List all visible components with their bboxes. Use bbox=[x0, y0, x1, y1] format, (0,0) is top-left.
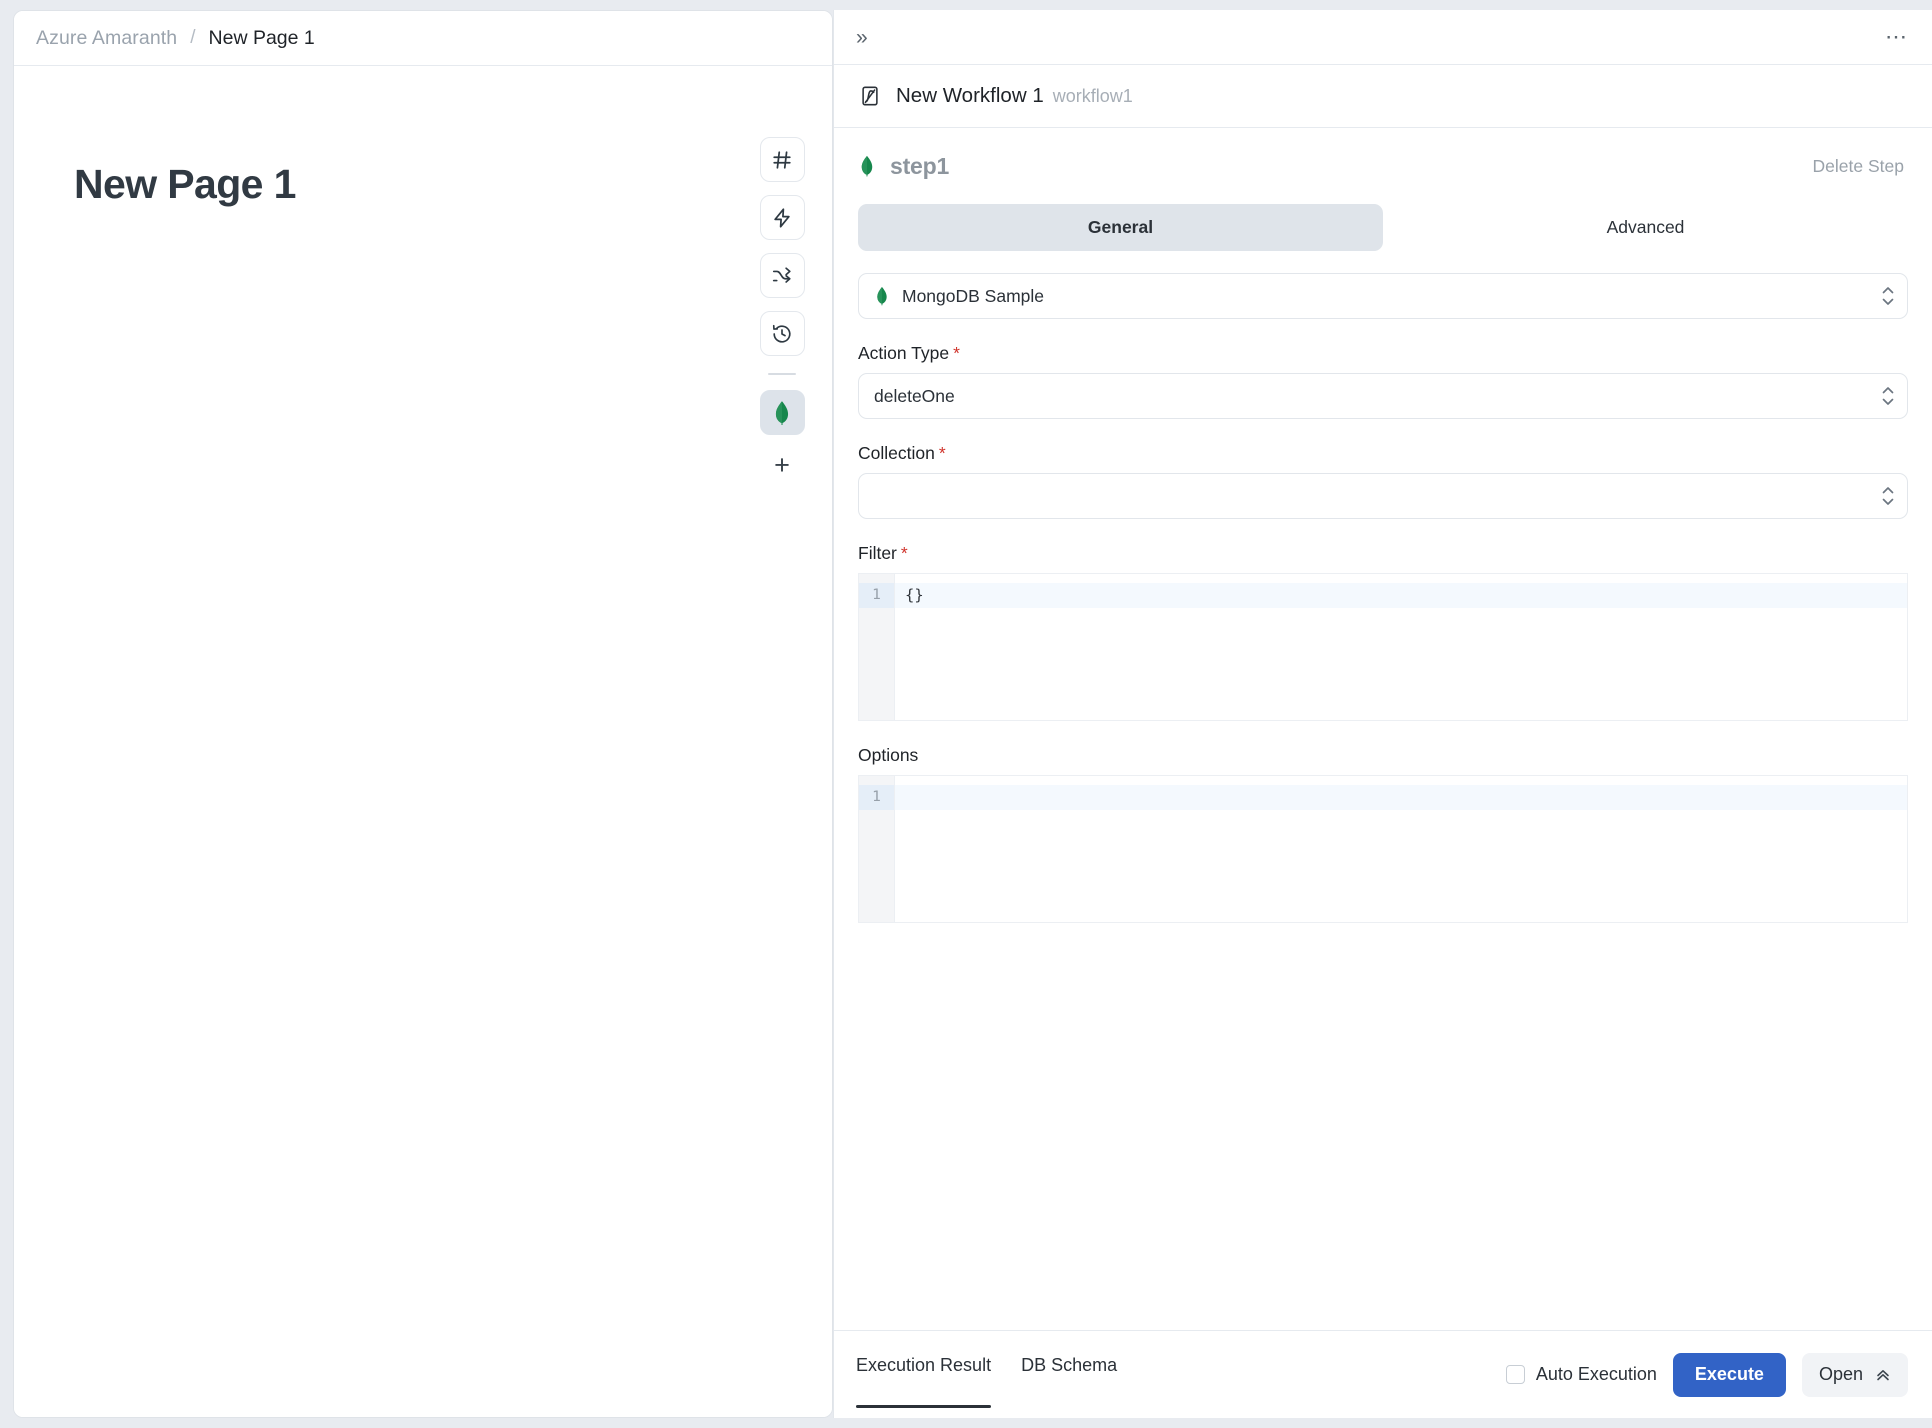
options-label-text: Options bbox=[858, 745, 919, 765]
breadcrumb: Azure Amaranth / New Page 1 bbox=[14, 11, 832, 66]
chevron-updown-icon[interactable] bbox=[1879, 286, 1897, 306]
workflow-name: New Workflow 1 bbox=[896, 84, 1044, 107]
workflow-panel: » ⋯ New Workflow 1 workflow1 step1 Delet… bbox=[833, 10, 1932, 1418]
required-asterisk: * bbox=[953, 343, 960, 363]
mongodb-leaf-icon-button[interactable] bbox=[759, 390, 805, 435]
result-tabs: Execution Result DB Schema bbox=[856, 1331, 1117, 1419]
auto-execution-checkbox[interactable] bbox=[1505, 1365, 1525, 1384]
collection-label: Collection * bbox=[858, 443, 1908, 464]
auto-execution-control[interactable]: Auto Execution bbox=[1505, 1364, 1657, 1385]
step-name[interactable]: step1 bbox=[890, 153, 949, 180]
options-editor-gutter: 1 bbox=[859, 776, 895, 922]
hash-icon-button[interactable] bbox=[759, 137, 805, 182]
options-label: Options bbox=[858, 745, 1908, 766]
required-asterisk: * bbox=[938, 443, 946, 463]
add-step-button[interactable]: + bbox=[760, 448, 805, 482]
options-editor-content[interactable] bbox=[895, 776, 1907, 922]
toolbar-divider bbox=[768, 373, 796, 375]
page-title: New Page 1 bbox=[74, 161, 296, 207]
page-canvas[interactable]: New Page 1 + bbox=[14, 66, 832, 1417]
filter-label: Filter * bbox=[858, 543, 1908, 564]
step-identity: step1 bbox=[858, 153, 949, 180]
workflow-topbar: » ⋯ bbox=[834, 10, 1932, 65]
tab-advanced[interactable]: Advanced bbox=[1383, 204, 1908, 251]
execution-controls: Auto Execution Execute Open bbox=[1505, 1352, 1908, 1397]
breadcrumb-current-page[interactable]: New Page 1 bbox=[209, 27, 315, 50]
execution-bottom-bar: Execution Result DB Schema Auto Executio… bbox=[834, 1330, 1932, 1418]
step-header: step1 Delete Step bbox=[834, 128, 1932, 204]
required-asterisk: * bbox=[900, 543, 908, 563]
filter-editor-content[interactable]: {} bbox=[895, 574, 1907, 720]
step-tabs: General Advanced bbox=[858, 204, 1908, 251]
datasource-value: MongoDB Sample bbox=[902, 285, 1045, 306]
lightning-icon-button[interactable] bbox=[759, 195, 805, 240]
app-root: Azure Amaranth / New Page 1 New Page 1 +… bbox=[0, 0, 1932, 1428]
filter-editor-gutter: 1 bbox=[859, 574, 895, 720]
tab-db-schema[interactable]: DB Schema bbox=[1021, 1331, 1117, 1419]
branch-icon-button[interactable] bbox=[759, 253, 805, 298]
datasource-select[interactable]: MongoDB Sample bbox=[858, 273, 1908, 319]
options-code-editor[interactable]: 1 bbox=[858, 775, 1908, 923]
chevron-double-up-icon bbox=[1875, 1367, 1891, 1383]
mongodb-leaf-icon bbox=[874, 285, 890, 307]
tab-execution-result[interactable]: Execution Result bbox=[856, 1331, 992, 1419]
code-line bbox=[895, 785, 1907, 810]
line-number: 1 bbox=[859, 583, 894, 608]
action-type-select-inner: deleteOne bbox=[874, 386, 1879, 407]
action-type-label: Action Type * bbox=[858, 343, 1908, 364]
filter-code-editor[interactable]: 1 {} bbox=[858, 573, 1908, 721]
page-tools-toolbar: + bbox=[750, 121, 814, 482]
action-type-value: deleteOne bbox=[874, 385, 955, 406]
line-number: 1 bbox=[859, 785, 894, 810]
delete-step-button[interactable]: Delete Step bbox=[1813, 156, 1904, 177]
chevron-updown-icon[interactable] bbox=[1879, 486, 1897, 506]
chevron-updown-icon[interactable] bbox=[1879, 386, 1897, 406]
breadcrumb-workspace[interactable]: Azure Amaranth bbox=[36, 27, 177, 50]
workflow-slug: workflow1 bbox=[1052, 85, 1133, 106]
execute-button[interactable]: Execute bbox=[1672, 1352, 1786, 1397]
datasource-select-inner: MongoDB Sample bbox=[874, 285, 1879, 307]
filter-label-text: Filter bbox=[858, 543, 897, 563]
workflow-icon bbox=[858, 84, 882, 108]
more-options-icon[interactable]: ⋯ bbox=[1885, 26, 1908, 48]
history-icon-button[interactable] bbox=[759, 311, 805, 356]
workflow-header[interactable]: New Workflow 1 workflow1 bbox=[834, 65, 1932, 128]
breadcrumb-separator: / bbox=[190, 27, 196, 48]
code-line: {} bbox=[895, 583, 1907, 608]
left-page-panel: Azure Amaranth / New Page 1 New Page 1 + bbox=[13, 10, 833, 1418]
action-type-label-text: Action Type bbox=[858, 343, 950, 363]
tab-general[interactable]: General bbox=[858, 204, 1383, 251]
collection-label-text: Collection bbox=[858, 443, 935, 463]
open-panel-button[interactable]: Open bbox=[1801, 1352, 1908, 1397]
collection-select[interactable] bbox=[858, 473, 1908, 519]
mongodb-leaf-icon bbox=[858, 154, 876, 178]
action-type-select[interactable]: deleteOne bbox=[858, 373, 1908, 419]
expand-right-icon[interactable]: » bbox=[856, 27, 868, 48]
open-panel-label: Open bbox=[1818, 1364, 1863, 1384]
step-form: MongoDB Sample Action Type * deleteOne C… bbox=[834, 251, 1932, 1330]
auto-execution-label: Auto Execution bbox=[1535, 1364, 1657, 1384]
